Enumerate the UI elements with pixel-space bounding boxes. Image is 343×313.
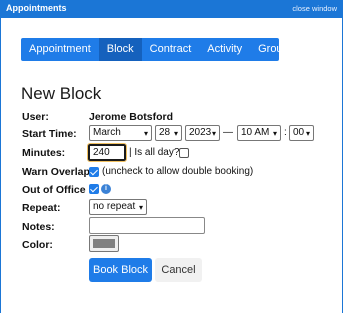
cancel-button[interactable]: Cancel (155, 258, 202, 282)
close-window-link[interactable]: close window (292, 4, 337, 13)
notes-input[interactable] (89, 217, 205, 234)
tab-activity[interactable]: Activity (199, 38, 250, 61)
is-all-day-label: | Is all day?: (129, 147, 183, 158)
color-picker[interactable] (89, 235, 119, 252)
chevron-down-icon: ▾ (272, 129, 277, 138)
notes-label: Notes: (22, 221, 55, 233)
day-select[interactable]: 28 ▾ (155, 125, 182, 141)
chevron-down-icon: ▾ (143, 129, 148, 138)
hour-value: 10 AM (241, 127, 270, 138)
color-swatch-fill (93, 239, 115, 248)
hour-select[interactable]: 10 AM ▾ (237, 125, 281, 141)
day-value: 28 (159, 127, 171, 138)
out-of-office-checkbox[interactable] (89, 184, 99, 194)
chevron-down-icon: ▾ (305, 129, 310, 138)
tab-contract[interactable]: Contract (142, 38, 200, 61)
start-time-label: Start Time: (22, 128, 77, 140)
year-value: 2023 (189, 127, 212, 138)
window-title: Appointments (6, 3, 67, 13)
chevron-down-icon: ▾ (138, 203, 143, 212)
minute-select[interactable]: 00 ▾ (289, 125, 314, 141)
info-icon[interactable]: i (101, 184, 111, 194)
time-separator-colon: : (284, 127, 287, 138)
color-label: Color: (22, 239, 53, 251)
repeat-select[interactable]: no repeat ▾ (89, 199, 147, 215)
warn-overlap-hint: (uncheck to allow double booking) (102, 166, 254, 177)
tab-block[interactable]: Block (98, 38, 142, 61)
chevron-down-icon: ▾ (173, 129, 178, 138)
warn-overlap-label: Warn Overlap (22, 166, 90, 178)
book-block-button[interactable]: Book Block (89, 258, 152, 282)
window-titlebar: Appointments close window (0, 0, 343, 18)
warn-overlap-checkbox[interactable] (89, 167, 99, 177)
year-select[interactable]: 2023 ▾ (185, 125, 220, 141)
tab-appointment[interactable]: Appointment (21, 38, 99, 61)
minute-value: 00 (293, 127, 305, 138)
month-select[interactable]: March ▾ (89, 125, 152, 141)
tab-group[interactable]: Group (250, 38, 297, 61)
time-separator-dash: — (223, 127, 233, 138)
repeat-value: no repeat (93, 201, 136, 212)
page-title: New Block (21, 84, 102, 103)
out-of-office-label: Out of Office (22, 184, 86, 196)
repeat-label: Repeat: (22, 202, 61, 214)
month-value: March (93, 127, 121, 138)
window-border-left (0, 18, 1, 313)
user-value: Jerome Botsford (89, 111, 174, 123)
tab-bar: Appointment Block Contract Activity Grou… (21, 38, 289, 61)
chevron-down-icon: ▾ (211, 129, 216, 138)
minutes-label: Minutes: (22, 147, 66, 159)
is-all-day-checkbox[interactable] (179, 148, 189, 158)
minutes-input[interactable]: 240 (87, 143, 127, 162)
user-label: User: (22, 111, 49, 123)
